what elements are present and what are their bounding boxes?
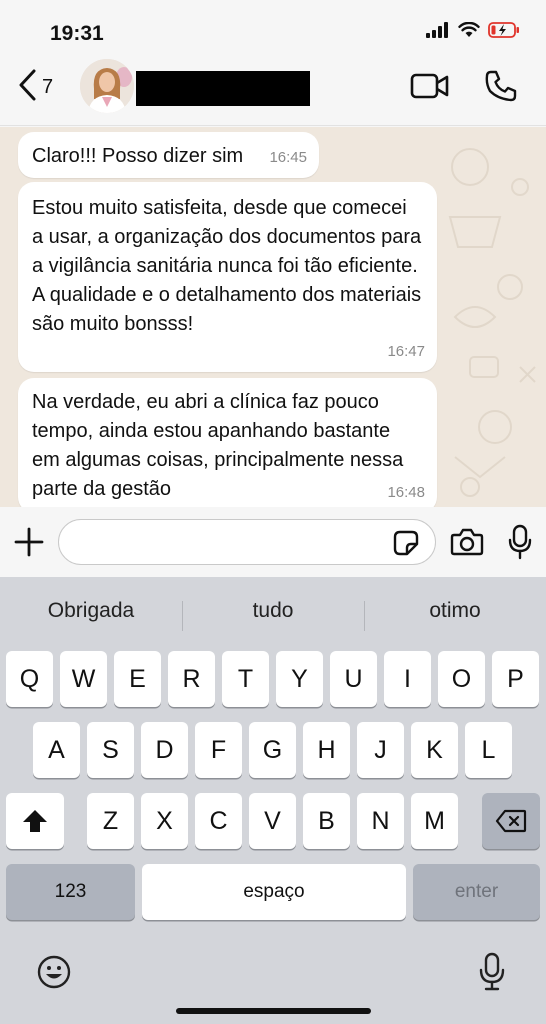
dictation-button[interactable] bbox=[478, 952, 506, 997]
backspace-icon bbox=[495, 809, 527, 833]
home-indicator bbox=[176, 1008, 371, 1014]
key-e[interactable]: E bbox=[114, 651, 161, 707]
shift-icon bbox=[23, 810, 47, 832]
key-k[interactable]: K bbox=[411, 722, 458, 778]
sticker-icon bbox=[393, 530, 419, 556]
suggestion-divider bbox=[182, 601, 183, 631]
status-bar: 19:31 bbox=[0, 0, 546, 56]
suggestion-item[interactable]: tudo bbox=[188, 599, 358, 623]
key-t[interactable]: T bbox=[222, 651, 269, 707]
key-w[interactable]: W bbox=[60, 651, 107, 707]
message-text: Claro!!! Posso dizer sim bbox=[32, 145, 244, 167]
key-a[interactable]: A bbox=[33, 722, 80, 778]
key-c[interactable]: C bbox=[195, 793, 242, 849]
keyboard: Obrigada tudo otimo Q W E R T Y U I O P … bbox=[0, 577, 546, 1024]
video-camera-icon bbox=[410, 73, 449, 99]
status-time: 19:31 bbox=[50, 22, 104, 45]
signal-icon bbox=[426, 22, 448, 38]
message-bubble[interactable]: Claro!!! Posso dizer sim 16:45 bbox=[18, 132, 319, 178]
key-n[interactable]: N bbox=[357, 793, 404, 849]
message-text: Na verdade, eu abri a clínica faz pouco … bbox=[32, 391, 404, 500]
emoji-button[interactable] bbox=[36, 954, 72, 995]
key-x[interactable]: X bbox=[141, 793, 188, 849]
key-z[interactable]: Z bbox=[87, 793, 134, 849]
key-s[interactable]: S bbox=[87, 722, 134, 778]
emoji-icon bbox=[37, 955, 71, 989]
key-l[interactable]: L bbox=[465, 722, 512, 778]
enter-key[interactable]: enter bbox=[413, 864, 540, 920]
phone-icon bbox=[485, 70, 517, 102]
video-call-button[interactable] bbox=[410, 72, 450, 105]
key-d[interactable]: D bbox=[141, 722, 188, 778]
status-icons bbox=[426, 22, 520, 38]
voice-call-button[interactable] bbox=[484, 69, 518, 108]
space-key[interactable]: espaço bbox=[142, 864, 406, 920]
message-input[interactable] bbox=[58, 519, 436, 565]
suggestion-item[interactable]: otimo bbox=[370, 599, 540, 623]
contact-name-redacted bbox=[136, 71, 310, 106]
plus-icon bbox=[14, 527, 44, 557]
sticker-button[interactable] bbox=[392, 529, 420, 562]
message-text: Estou muito satisfeita, desde que comece… bbox=[32, 197, 422, 335]
suggestion-bar: Obrigada tudo otimo bbox=[0, 577, 546, 647]
chat-header: 7 bbox=[0, 56, 546, 126]
key-g[interactable]: G bbox=[249, 722, 296, 778]
avatar[interactable] bbox=[80, 59, 134, 113]
back-button[interactable]: 7 bbox=[18, 68, 53, 102]
shift-key[interactable] bbox=[6, 793, 64, 849]
key-q[interactable]: Q bbox=[6, 651, 53, 707]
numbers-key[interactable]: 123 bbox=[6, 864, 135, 920]
camera-icon bbox=[450, 528, 484, 556]
key-p[interactable]: P bbox=[492, 651, 539, 707]
dictation-icon bbox=[479, 952, 505, 991]
key-u[interactable]: U bbox=[330, 651, 377, 707]
message-time: 16:48 bbox=[387, 484, 425, 501]
microphone-icon bbox=[508, 524, 532, 560]
key-i[interactable]: I bbox=[384, 651, 431, 707]
microphone-button[interactable] bbox=[508, 524, 532, 565]
chevron-left-icon bbox=[19, 69, 36, 101]
message-composer bbox=[0, 507, 546, 577]
message-time: 16:45 bbox=[269, 149, 307, 166]
message-bubble[interactable]: Estou muito satisfeita, desde que comece… bbox=[18, 182, 437, 372]
suggestion-item[interactable]: Obrigada bbox=[6, 599, 176, 623]
backspace-key[interactable] bbox=[482, 793, 540, 849]
key-j[interactable]: J bbox=[357, 722, 404, 778]
chat-area: Claro!!! Posso dizer sim 16:45 Estou mui… bbox=[0, 127, 546, 507]
key-f[interactable]: F bbox=[195, 722, 242, 778]
wifi-icon bbox=[458, 22, 480, 37]
key-r[interactable]: R bbox=[168, 651, 215, 707]
unread-count: 7 bbox=[42, 75, 54, 98]
attach-button[interactable] bbox=[12, 525, 46, 564]
battery-icon bbox=[488, 22, 519, 38]
suggestion-divider bbox=[364, 601, 365, 631]
key-b[interactable]: B bbox=[303, 793, 350, 849]
key-h[interactable]: H bbox=[303, 722, 350, 778]
key-v[interactable]: V bbox=[249, 793, 296, 849]
message-time: 16:47 bbox=[387, 343, 425, 360]
key-y[interactable]: Y bbox=[276, 651, 323, 707]
message-bubble[interactable]: Na verdade, eu abri a clínica faz pouco … bbox=[18, 378, 437, 507]
key-m[interactable]: M bbox=[411, 793, 458, 849]
camera-button[interactable] bbox=[450, 527, 484, 562]
key-o[interactable]: O bbox=[438, 651, 485, 707]
